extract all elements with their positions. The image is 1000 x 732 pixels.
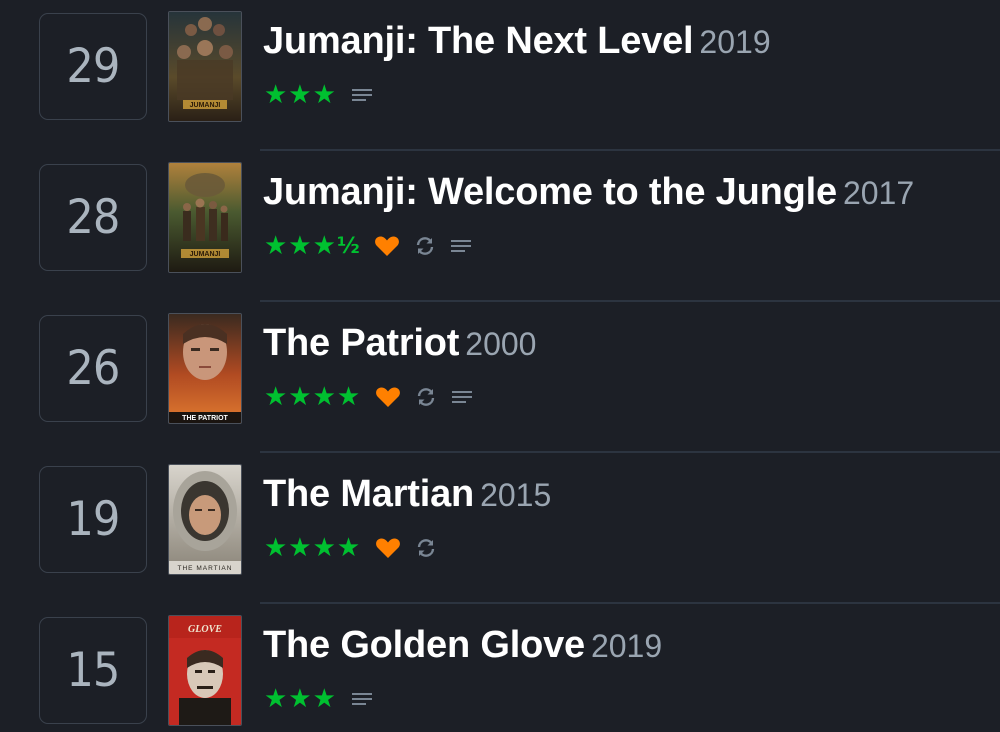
- diary-entry: 15 GLOVE The Golden Glove 2019 ★★★: [0, 604, 1000, 732]
- day-number[interactable]: 19: [39, 466, 147, 573]
- rewatch-icon[interactable]: [415, 386, 437, 408]
- film-title[interactable]: The Patriot: [263, 322, 459, 364]
- rating-stars: ★★★: [264, 80, 337, 110]
- poster-image: THE PATRIOT: [169, 314, 241, 423]
- film-heading: The Patriot 2000: [263, 324, 536, 362]
- poster-image: JUMANJI: [169, 12, 241, 121]
- rewatch-icon[interactable]: [414, 235, 436, 257]
- poster-image: JUMANJI: [169, 163, 241, 272]
- review-icon[interactable]: [351, 690, 373, 708]
- film-poster[interactable]: THE MARTIAN: [168, 464, 242, 575]
- film-title[interactable]: The Golden Glove: [263, 624, 585, 666]
- entry-meta: ★★★ ½: [264, 231, 472, 261]
- review-icon[interactable]: [450, 237, 472, 255]
- review-icon[interactable]: [351, 86, 373, 104]
- poster-text: JUMANJI: [190, 102, 221, 109]
- film-title[interactable]: Jumanji: The Next Level: [263, 20, 694, 62]
- poster-image: GLOVE: [169, 616, 241, 725]
- film-heading: The Golden Glove 2019: [263, 626, 662, 664]
- film-poster[interactable]: GLOVE: [168, 615, 242, 726]
- film-poster[interactable]: JUMANJI: [168, 11, 242, 122]
- film-title[interactable]: The Martian: [263, 473, 474, 515]
- diary-entry: 28 JUMANJI Jumanji: Welcome to the Jungl…: [0, 151, 1000, 302]
- day-number-text: 15: [66, 643, 120, 698]
- day-number-text: 26: [66, 341, 120, 396]
- heart-icon[interactable]: [374, 235, 400, 257]
- poster-text: GLOVE: [188, 624, 222, 635]
- poster-image: THE MARTIAN: [169, 465, 241, 574]
- film-heading: Jumanji: Welcome to the Jungle 2017: [263, 173, 914, 211]
- day-number[interactable]: 28: [39, 164, 147, 271]
- entry-meta: ★★★: [264, 80, 373, 110]
- rating-stars: ★★★★: [264, 382, 362, 412]
- rating-stars: ★★★: [264, 231, 337, 261]
- heart-icon[interactable]: [375, 386, 401, 408]
- diary-entry: 26 THE PATRIOT The Patriot 2000 ★★★★: [0, 302, 1000, 453]
- day-number-text: 29: [66, 39, 120, 94]
- film-title[interactable]: Jumanji: Welcome to the Jungle: [263, 171, 837, 213]
- film-year[interactable]: 2015: [480, 477, 551, 513]
- review-icon[interactable]: [451, 388, 473, 406]
- film-year[interactable]: 2019: [699, 24, 770, 60]
- film-heading: Jumanji: The Next Level 2019: [263, 22, 771, 60]
- day-number-text: 28: [66, 190, 120, 245]
- film-year[interactable]: 2017: [843, 175, 914, 211]
- day-number[interactable]: 26: [39, 315, 147, 422]
- entry-meta: ★★★★: [264, 382, 473, 412]
- rating-stars: ★★★★: [264, 533, 362, 563]
- rewatch-icon[interactable]: [415, 537, 437, 559]
- rating-stars: ★★★: [264, 684, 337, 714]
- diary-entry: 19 THE MARTIAN The Martian 2015 ★★★★: [0, 453, 1000, 604]
- entry-meta: ★★★★: [264, 533, 437, 563]
- film-poster[interactable]: THE PATRIOT: [168, 313, 242, 424]
- film-year[interactable]: 2000: [465, 326, 536, 362]
- rating-half: ½: [336, 233, 360, 259]
- film-poster[interactable]: JUMANJI: [168, 162, 242, 273]
- entry-meta: ★★★: [264, 684, 373, 714]
- diary-list: 29 JUMANJI Jumanji: The Next Level 2019 ★…: [0, 0, 1000, 732]
- day-number[interactable]: 15: [39, 617, 147, 724]
- poster-text: THE MARTIAN: [178, 565, 233, 572]
- day-number[interactable]: 29: [39, 13, 147, 120]
- heart-icon[interactable]: [375, 537, 401, 559]
- film-year[interactable]: 2019: [591, 628, 662, 664]
- day-number-text: 19: [66, 492, 120, 547]
- film-heading: The Martian 2015: [263, 475, 551, 513]
- diary-entry: 29 JUMANJI Jumanji: The Next Level 2019 ★…: [0, 0, 1000, 151]
- poster-text: THE PATRIOT: [182, 415, 228, 422]
- poster-text: JUMANJI: [190, 251, 221, 258]
